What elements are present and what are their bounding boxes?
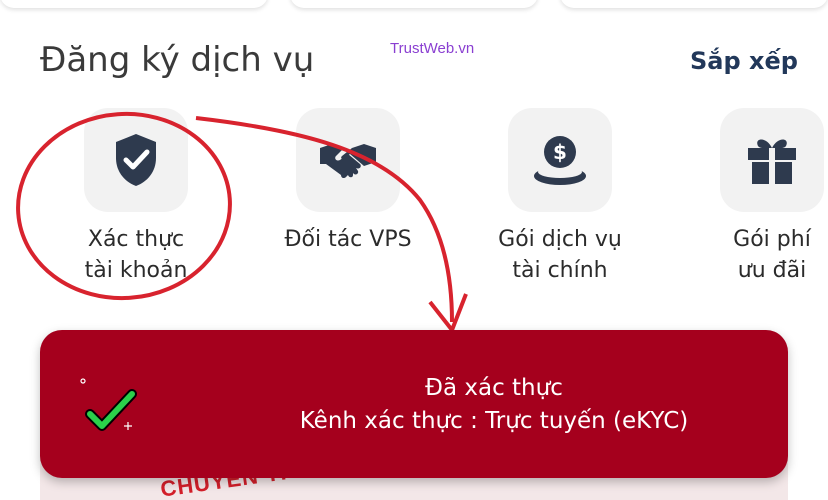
handshake-icon bbox=[320, 144, 376, 179]
icon-container bbox=[84, 108, 188, 212]
svg-text:$: $ bbox=[553, 140, 567, 164]
watermark-text: TrustWeb.vn bbox=[390, 40, 475, 57]
icon-container bbox=[296, 108, 400, 212]
top-card-3 bbox=[560, 0, 828, 8]
service-label: Xác thực tài khoản bbox=[84, 227, 188, 283]
icon-container: $ bbox=[508, 108, 612, 212]
green-check-icon bbox=[80, 378, 137, 431]
icon-container bbox=[720, 108, 824, 212]
service-vps-partner[interactable]: Đối tác VPS bbox=[248, 108, 448, 255]
toast-subtitle: Kênh xác thực : Trực tuyến (eKYC) bbox=[299, 408, 689, 434]
top-card-2 bbox=[290, 0, 538, 8]
service-label: Đối tác VPS bbox=[284, 227, 412, 252]
top-card-1 bbox=[0, 0, 268, 8]
annotation-arrowhead bbox=[428, 293, 468, 332]
service-label: Gói dịch vụ tài chính bbox=[498, 227, 622, 283]
gift-icon bbox=[748, 139, 796, 184]
sort-button[interactable]: Sắp xếp bbox=[690, 47, 798, 75]
section-title: Đăng ký dịch vụ bbox=[40, 40, 315, 80]
service-financial-package[interactable]: $ Gói dịch vụ tài chính bbox=[460, 108, 660, 286]
shield-check-icon bbox=[116, 134, 156, 186]
money-coin-icon: $ bbox=[534, 136, 586, 185]
service-discount-fee[interactable]: Gói phí ưu đãi bbox=[672, 108, 828, 286]
success-toast[interactable]: Đã xác thực Kênh xác thực : Trực tuyến (… bbox=[40, 330, 788, 478]
service-verify-account[interactable]: Xác thực tài khoản bbox=[36, 108, 236, 286]
service-label: Gói phí ưu đãi bbox=[733, 227, 811, 283]
toast-title: Đã xác thực bbox=[425, 375, 563, 401]
